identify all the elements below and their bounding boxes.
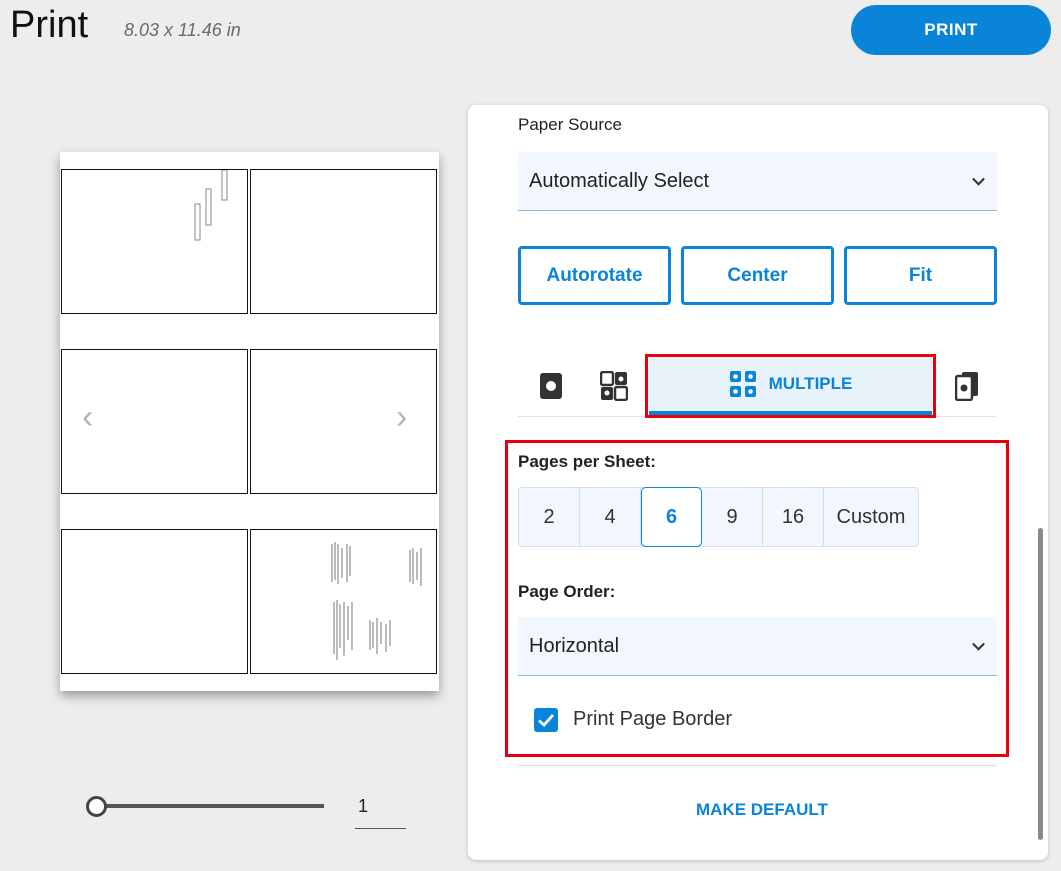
- preview-page-1-content: [194, 169, 228, 241]
- preview-page-6: [250, 529, 437, 674]
- make-default-button[interactable]: MAKE DEFAULT: [696, 800, 828, 820]
- next-page-arrow-icon[interactable]: ›: [396, 400, 407, 434]
- preview-page-5: [61, 529, 248, 674]
- page-title: Print: [10, 4, 89, 46]
- page-size-label: 8.03 x 11.46 in: [124, 20, 241, 40]
- paper-source-value: Automatically Select: [529, 169, 710, 192]
- page-slider-track[interactable]: [96, 804, 324, 808]
- center-button[interactable]: Center: [681, 246, 834, 305]
- single-page-tab-icon[interactable]: [539, 372, 563, 405]
- paper-source-select[interactable]: Automatically Select: [518, 152, 997, 211]
- panel-divider: [518, 765, 997, 766]
- fit-button[interactable]: Fit: [844, 246, 997, 305]
- autorotate-button[interactable]: Autorotate: [518, 246, 671, 305]
- page-slider-handle[interactable]: [86, 796, 107, 817]
- print-dialog: Print 8.03 x 11.46 in PRINT ‹ › 1 Paper …: [0, 0, 1061, 871]
- preview-page-2: [250, 169, 437, 314]
- highlight-box-multiple-tab: [645, 354, 936, 418]
- current-page-input[interactable]: 1: [355, 792, 406, 829]
- poster-tab-icon[interactable]: [954, 371, 979, 406]
- preview-page-1: [61, 169, 248, 314]
- print-button[interactable]: PRINT: [851, 5, 1051, 55]
- chevron-down-icon: [972, 172, 985, 186]
- print-preview-sheet: ‹ ›: [60, 152, 439, 691]
- previous-page-arrow-icon[interactable]: ‹: [82, 400, 93, 434]
- paper-source-label: Paper Source: [518, 115, 622, 134]
- panel-scrollbar[interactable]: [1038, 528, 1043, 840]
- preview-page-6-content: [331, 542, 422, 660]
- highlight-box-multiple-settings: [505, 440, 1009, 757]
- booklet-tab-icon[interactable]: [599, 370, 629, 406]
- preview-page-4: [250, 349, 437, 494]
